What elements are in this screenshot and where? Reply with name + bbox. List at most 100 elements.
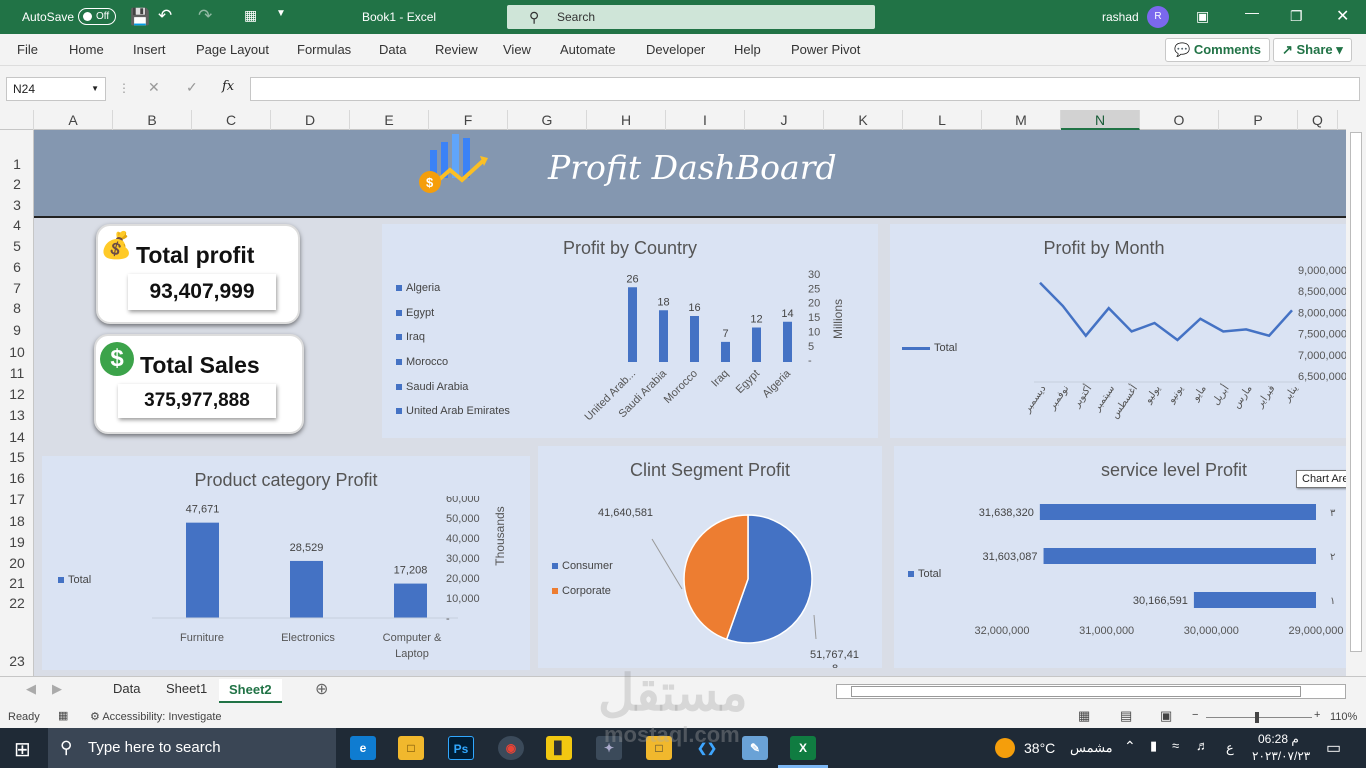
tab-sheet1[interactable]: Sheet1 [166,681,207,696]
clock-date[interactable]: ٢٠٢٣/٠٧/٢٣ [1252,749,1310,763]
column-header-H[interactable]: H [587,110,666,130]
undo-icon[interactable]: ↶ [158,6,172,26]
row-header-13[interactable]: 13 [0,407,34,423]
row-header-11[interactable]: 11 [0,365,34,381]
column-header-L[interactable]: L [903,110,982,130]
menu-data[interactable]: Data [379,42,406,57]
tab-scroll-right-icon[interactable]: ▶ [52,681,62,697]
normal-view-icon[interactable]: ▦ [1078,708,1090,724]
zoom-in-icon[interactable]: + [1314,709,1320,721]
column-header-F[interactable]: F [429,110,508,130]
column-header-M[interactable]: M [982,110,1061,130]
row-header-7[interactable]: 7 [0,280,34,296]
customize-qat-icon[interactable]: ▼ [276,8,286,19]
menu-home[interactable]: Home [69,42,104,57]
column-header-N[interactable]: N [1061,110,1140,130]
language-indicator[interactable]: ع [1226,740,1234,756]
zoom-slider-thumb[interactable] [1255,712,1259,723]
avatar[interactable]: R [1147,6,1169,28]
worksheet[interactable]: $ Profit DashBoard 💰 Total profit 93,407… [34,130,1346,676]
row-header-15[interactable]: 15 [0,449,34,465]
row-header-3[interactable]: 3 [0,197,34,213]
row-header-20[interactable]: 20 [0,555,34,571]
insert-function-icon[interactable]: fx [222,79,234,94]
horizontal-scrollbar[interactable] [836,684,1346,699]
photoshop-icon[interactable]: Ps [448,736,474,760]
formula-input[interactable] [250,77,1360,101]
vertical-scrollbar[interactable] [1346,110,1366,676]
ribbon-display-icon[interactable]: ▣ [1196,8,1209,25]
chart-clint-segment-profit[interactable]: Clint Segment Profit Consumer Corporate … [538,446,882,668]
menu-automate[interactable]: Automate [560,42,616,57]
taskbar-search-input[interactable]: ⚲ Type here to search [48,728,336,768]
scroll-thumb[interactable] [851,686,1301,697]
minimize-icon[interactable]: — [1245,4,1259,20]
scroll-thumb[interactable] [1350,132,1362,652]
edge-icon[interactable]: e [350,736,376,760]
menu-file[interactable]: File [17,42,38,57]
chart-profit-by-country[interactable]: Profit by Country Algeria Egypt Iraq Mor… [382,224,878,438]
column-header-C[interactable]: C [192,110,271,130]
notifications-icon[interactable]: ▭ [1326,738,1341,758]
column-header-B[interactable]: B [113,110,192,130]
accessibility-status[interactable]: ⚙ Accessibility: Investigate [90,710,222,723]
column-header-K[interactable]: K [824,110,903,130]
comments-button[interactable]: 💬 Comments [1165,38,1270,62]
menu-developer[interactable]: Developer [646,42,705,57]
row-header-23[interactable]: 23 [0,653,34,669]
menu-power-pivot[interactable]: Power Pivot [791,42,860,57]
column-header-I[interactable]: I [666,110,745,130]
column-header-J[interactable]: J [745,110,824,130]
row-header-22[interactable]: 22 [0,595,34,611]
column-header-E[interactable]: E [350,110,429,130]
zoom-out-icon[interactable]: − [1192,709,1198,721]
row-header-8[interactable]: 8 [0,300,34,316]
tab-sheet2[interactable]: Sheet2 [219,679,282,703]
tab-data[interactable]: Data [113,681,140,696]
notepad-icon[interactable]: ✎ [742,736,768,760]
autosave-toggle[interactable]: Off [78,8,116,25]
row-header-16[interactable]: 16 [0,470,34,486]
row-header-21[interactable]: 21 [0,575,34,591]
form-icon[interactable]: ▦ [244,7,257,24]
row-header-2[interactable]: 2 [0,176,34,192]
redo-icon[interactable]: ↷ [198,6,212,26]
menu-review[interactable]: Review [435,42,478,57]
column-header-G[interactable]: G [508,110,587,130]
menu-formulas[interactable]: Formulas [297,42,351,57]
chart-service-level-profit[interactable]: service level Profit Total 31,638,320 ٣ 31… [894,446,1346,668]
row-header-9[interactable]: 9 [0,322,34,338]
row-header-12[interactable]: 12 [0,386,34,402]
row-header-14[interactable]: 14 [0,429,34,445]
cancel-icon[interactable]: ✕ [148,79,160,96]
chart-profit-by-month[interactable]: Profit by Month Total ديسمبر نوفمبر أكتوبر… [890,224,1346,438]
column-header-D[interactable]: D [271,110,350,130]
kpi-total-sales[interactable]: $ Total Sales 375,977,888 [94,334,304,434]
battery-icon[interactable]: ▮ [1150,738,1157,754]
page-break-view-icon[interactable]: ▣ [1160,708,1172,724]
row-header-4[interactable]: 4 [0,217,34,233]
row-header-10[interactable]: 10 [0,344,34,360]
tab-scroll-left-icon[interactable]: ◀ [26,681,36,697]
tray-chevron-icon[interactable]: ⌃ [1124,738,1136,755]
clock-time[interactable]: 06:28 م [1258,732,1299,746]
file-explorer-icon[interactable]: □ [398,736,424,760]
excel-taskbar-icon[interactable]: X [790,736,816,760]
volume-icon[interactable]: ♬ [1196,738,1209,753]
zoom-slider[interactable] [1206,717,1312,718]
row-header-1[interactable]: 1 [0,156,34,172]
row-header-5[interactable]: 5 [0,238,34,254]
zoom-level[interactable]: 110% [1330,711,1357,723]
page-layout-view-icon[interactable]: ▤ [1120,708,1132,724]
close-icon[interactable]: ✕ [1336,6,1349,26]
select-all-corner[interactable] [0,110,34,130]
kpi-total-profit[interactable]: 💰 Total profit 93,407,999 [96,224,300,324]
save-icon[interactable]: 💾 [130,7,150,27]
column-header-A[interactable]: A [34,110,113,130]
row-header-19[interactable]: 19 [0,534,34,550]
add-sheet-icon[interactable]: ⊕ [315,679,328,699]
row-header-17[interactable]: 17 [0,491,34,507]
column-header-P[interactable]: P [1219,110,1298,130]
power-bi-icon[interactable]: ▊ [546,736,572,760]
macro-record-icon[interactable]: ▦ [58,709,68,722]
